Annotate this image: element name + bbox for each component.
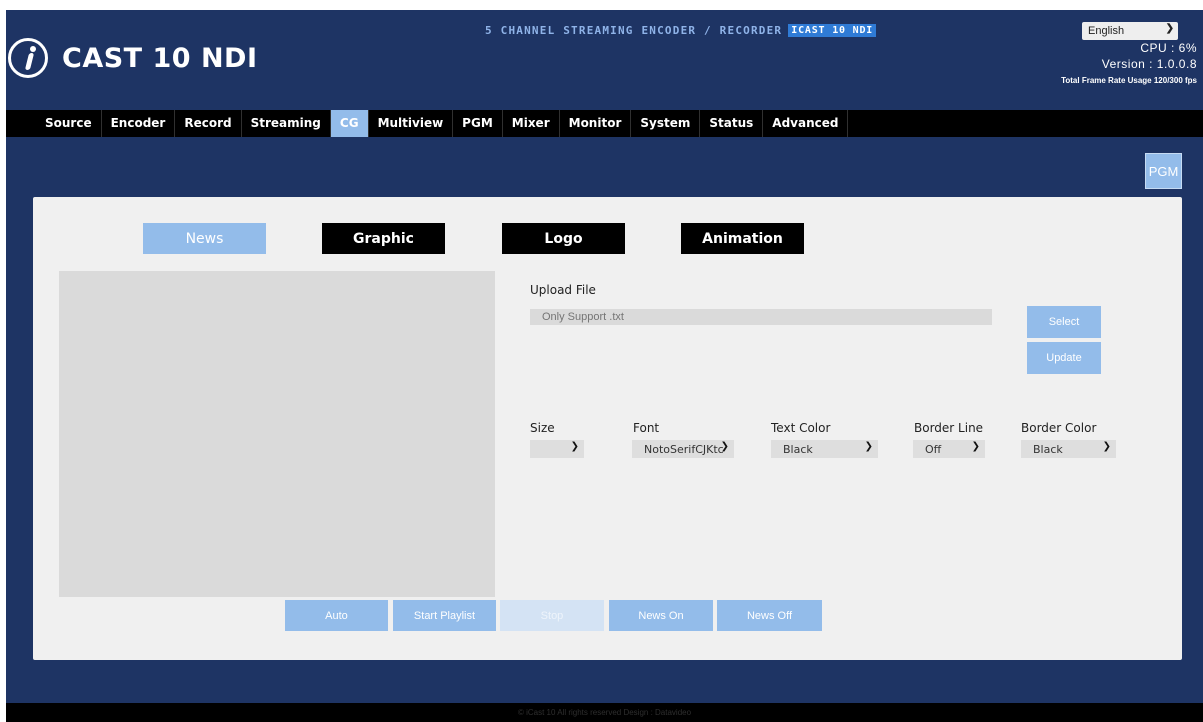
font-select[interactable]: NotoSerifCJKtc ❯ (632, 440, 734, 458)
text-color-label: Text Color (771, 421, 831, 435)
nav-item-pgm[interactable]: PGM (453, 110, 503, 137)
footer-copyright: © iCast 10 All rights reserved Design : … (6, 703, 1203, 722)
nav-item-multiview[interactable]: Multiview (369, 110, 454, 137)
tab-news[interactable]: News (143, 223, 266, 254)
nav-item-system[interactable]: System (631, 110, 701, 137)
banner-text: 5 CHANNEL STREAMING ENCODER / RECORDER (485, 24, 783, 37)
tab-graphic[interactable]: Graphic (322, 223, 445, 254)
chevron-down-icon: ❯ (1165, 23, 1174, 34)
language-value: English (1088, 25, 1125, 37)
cg-panel: News Graphic Logo Animation Upload File … (33, 197, 1182, 660)
tab-animation[interactable]: Animation (681, 223, 804, 254)
language-select[interactable]: English ❯ (1082, 22, 1178, 40)
chevron-down-icon: ❯ (1102, 441, 1111, 452)
nav-item-cg[interactable]: CG (330, 110, 369, 137)
auto-button[interactable]: Auto (285, 600, 388, 631)
nav-item-encoder[interactable]: Encoder (102, 110, 176, 137)
icast-logo-icon (8, 38, 48, 78)
size-label: Size (530, 421, 555, 435)
nav-item-streaming[interactable]: Streaming (242, 110, 331, 137)
text-color-select[interactable]: Black ❯ (771, 440, 878, 458)
font-value: NotoSerifCJKtc (644, 443, 724, 456)
select-button[interactable]: Select (1027, 306, 1101, 338)
news-off-button[interactable]: News Off (717, 600, 822, 631)
brand-logo: CAST 10 NDI (8, 32, 258, 84)
update-button[interactable]: Update (1027, 342, 1101, 374)
cpu-usage: CPU : 6% (1140, 41, 1197, 55)
border-line-select[interactable]: Off ❯ (913, 440, 985, 458)
main-nav: Source Encoder Record Streaming CG Multi… (6, 110, 1203, 137)
border-line-label: Border Line (914, 421, 984, 435)
nav-item-record[interactable]: Record (175, 110, 242, 137)
upload-file-input[interactable] (530, 309, 992, 325)
upload-file-label: Upload File (530, 283, 596, 297)
nav-item-mixer[interactable]: Mixer (503, 110, 560, 137)
chevron-down-icon: ❯ (720, 441, 729, 452)
pgm-button[interactable]: PGM (1145, 153, 1182, 189)
banner-tag: ICAST 10 NDI (788, 24, 877, 37)
frame-rate-usage: Total Frame Rate Usage 120/300 fps (1061, 76, 1197, 85)
text-color-value: Black (783, 443, 813, 456)
chevron-down-icon: ❯ (971, 441, 980, 452)
news-on-button[interactable]: News On (609, 600, 713, 631)
stop-button[interactable]: Stop (500, 600, 604, 631)
tab-logo[interactable]: Logo (502, 223, 625, 254)
border-line-value: Off (925, 443, 942, 456)
nav-item-advanced[interactable]: Advanced (763, 110, 849, 137)
chevron-down-icon: ❯ (570, 441, 579, 452)
border-color-select[interactable]: Black ❯ (1021, 440, 1116, 458)
border-color-value: Black (1033, 443, 1063, 456)
border-color-label: Border Color (1021, 421, 1097, 435)
nav-item-status[interactable]: Status (700, 110, 764, 137)
product-banner: 5 CHANNEL STREAMING ENCODER / RECORDER I… (485, 24, 877, 37)
font-label: Font (633, 421, 660, 435)
news-text-preview[interactable] (59, 271, 495, 597)
app-window: CAST 10 NDI 5 CHANNEL STREAMING ENCODER … (6, 10, 1203, 722)
start-playlist-button[interactable]: Start Playlist (393, 600, 496, 631)
size-select[interactable]: ❯ (530, 440, 584, 458)
version-label: Version : 1.0.0.8 (1101, 57, 1197, 71)
chevron-down-icon: ❯ (864, 441, 873, 452)
nav-item-monitor[interactable]: Monitor (560, 110, 632, 137)
nav-item-source[interactable]: Source (36, 110, 102, 137)
logo-text: CAST 10 NDI (62, 42, 258, 74)
